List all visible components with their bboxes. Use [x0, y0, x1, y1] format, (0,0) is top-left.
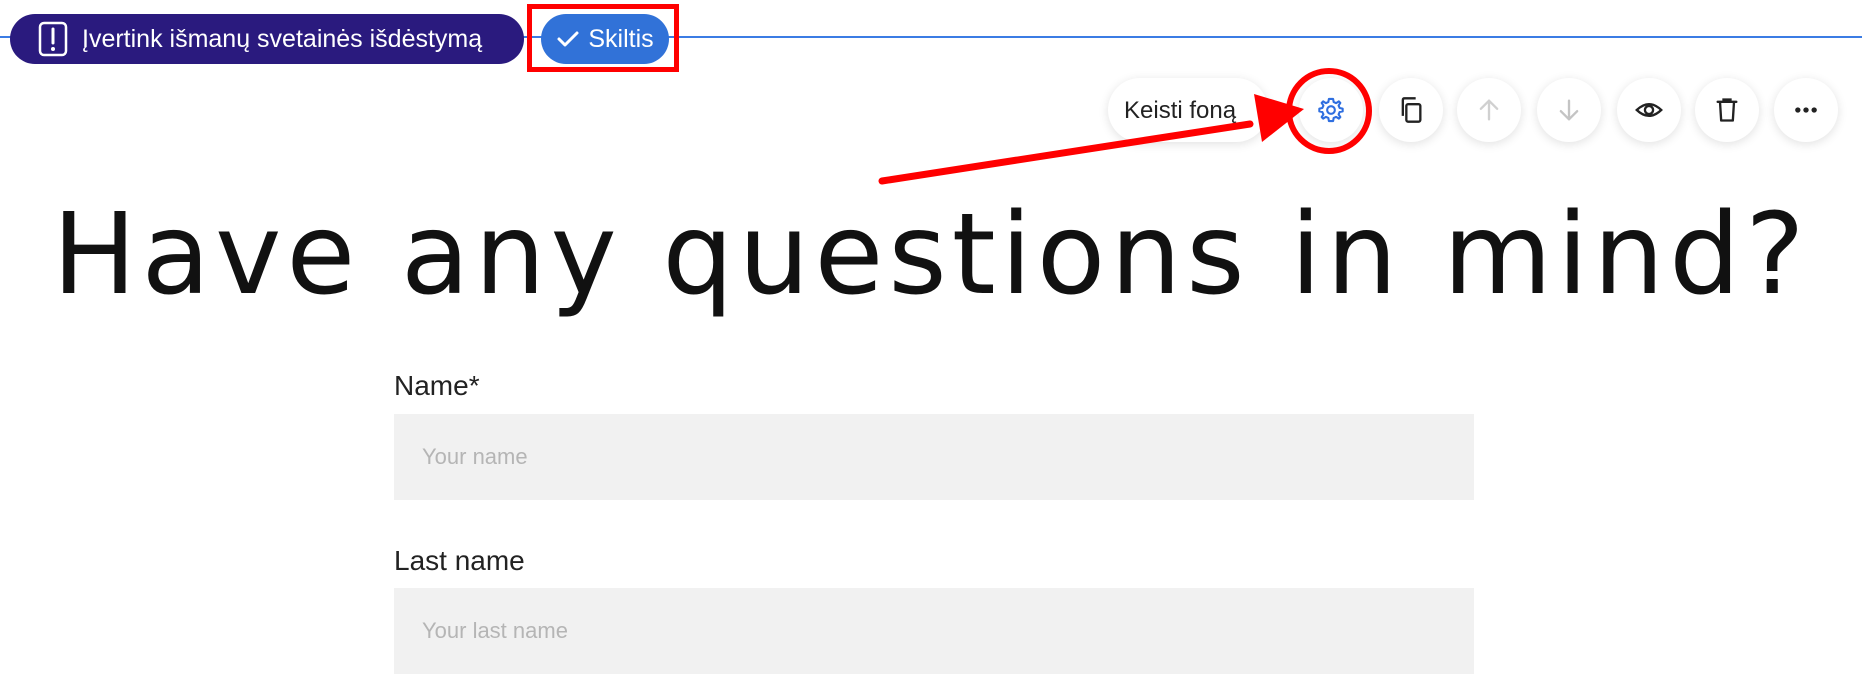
trash-icon	[1716, 98, 1738, 122]
copy-icon	[1401, 97, 1422, 123]
settings-button[interactable]	[1299, 78, 1363, 142]
name-input[interactable]	[394, 414, 1474, 500]
move-up-button[interactable]	[1457, 78, 1521, 142]
section-chip[interactable]: Skiltis	[541, 14, 669, 64]
ai-layout-label: Įvertink išmanų svetainės išdėstymą	[82, 24, 483, 53]
lastname-input[interactable]	[394, 588, 1474, 674]
layout-check-icon	[38, 21, 68, 57]
duplicate-button[interactable]	[1379, 78, 1443, 142]
eye-icon	[1635, 103, 1663, 117]
more-options-button[interactable]	[1774, 78, 1838, 142]
name-label: Name*	[394, 370, 480, 401]
arrow-up-icon	[1479, 99, 1499, 121]
page-heading: Have any questions in mind?	[52, 190, 1810, 320]
ai-layout-button[interactable]: Įvertink išmanų svetainės išdėstymą	[10, 14, 524, 64]
visibility-button[interactable]	[1617, 78, 1681, 142]
section-chip-label: Skiltis	[588, 24, 654, 53]
check-icon	[557, 31, 579, 47]
lastname-label: Last name	[394, 545, 525, 576]
move-down-button[interactable]	[1537, 78, 1601, 142]
gear-icon	[1318, 97, 1344, 123]
more-icon	[1795, 107, 1817, 113]
delete-button[interactable]	[1695, 78, 1759, 142]
change-background-button[interactable]: Keisti foną	[1124, 94, 1236, 128]
arrow-down-icon	[1559, 99, 1579, 121]
